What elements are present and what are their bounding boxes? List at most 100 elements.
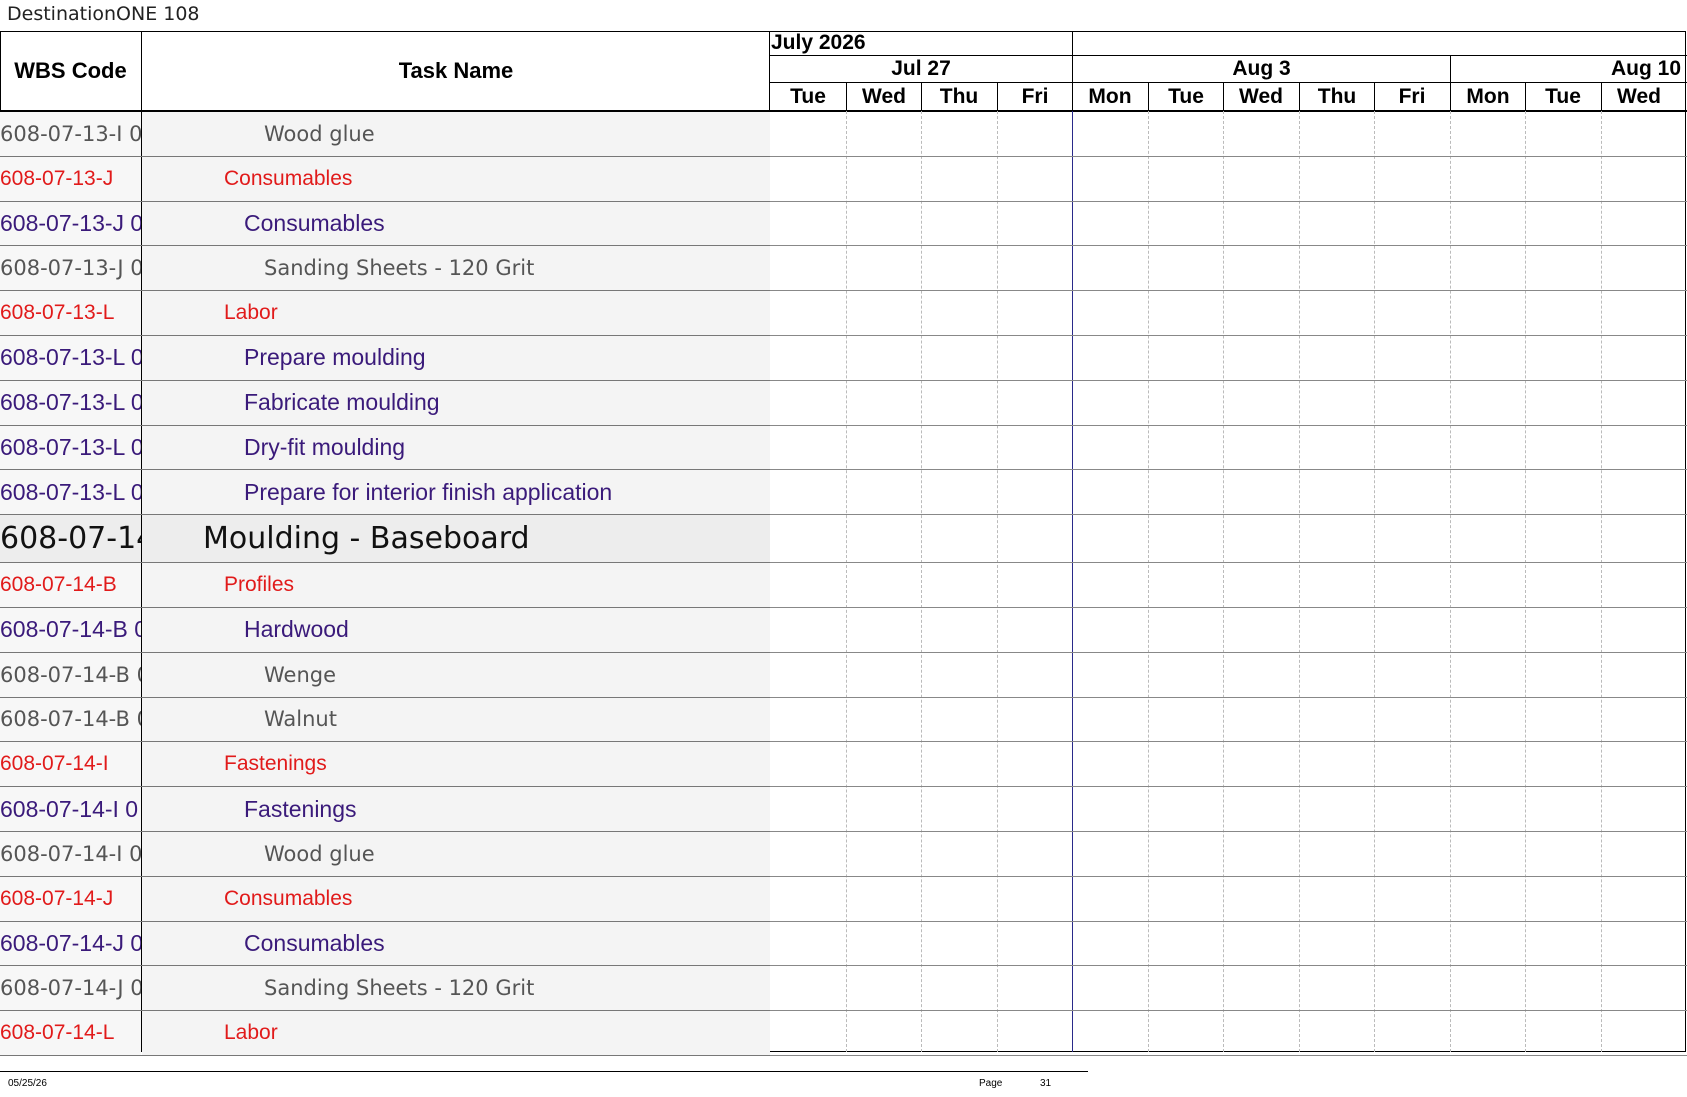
task-name-cell: Fastenings (142, 787, 770, 831)
grid-row-line (770, 290, 1687, 291)
table-row[interactable]: 608-07-14 Moulding - Baseboard (0, 515, 770, 564)
grid-line (1450, 111, 1451, 1052)
wbs-code-cell: 608-07-13-L (0, 291, 141, 335)
day-label: Thu (1317, 84, 1357, 108)
task-name-cell: Labor (142, 291, 770, 335)
document-title: DestinationONE 108 (7, 3, 200, 25)
task-name-cell: Labor (142, 1011, 770, 1055)
grid-row-line (770, 697, 1687, 698)
wbs-code-cell: 608-07-14-B 01 (0, 652, 141, 697)
day-label: Tue (790, 84, 826, 108)
day-separator (921, 83, 922, 110)
table-row[interactable]: 608-07-14-I 01 Wood glue (0, 831, 770, 877)
grid-line (1148, 111, 1149, 1052)
footer-page-number: 31 (1040, 1078, 1052, 1089)
footer-page-label: Page (979, 1078, 1003, 1089)
table-row[interactable]: 608-07-14-B 01Wenge (0, 652, 770, 698)
day-label: Wed (1239, 84, 1283, 108)
task-column-header: Task Name (398, 57, 514, 83)
table-row[interactable]: 608-07-13-J 01Sanding Sheets - 120 Grit (0, 246, 770, 292)
grid-row-line (770, 1055, 1687, 1056)
month-label: July 2026 (771, 31, 866, 54)
footer-date: 05/25/26 (8, 1078, 47, 1089)
table-row[interactable]: 608-07-14-B 0 Hardwood (0, 607, 770, 653)
table-row[interactable]: 608-07-13-L 0 Dry-fit moulding (0, 425, 770, 471)
day-label: Wed (1617, 84, 1661, 108)
wbs-code-cell: 608-07-13-J (0, 156, 141, 201)
task-name-cell: Prepare moulding (142, 335, 770, 380)
wbs-code-cell: 608-07-14-I 01 (0, 831, 141, 876)
grid-row-line (770, 876, 1687, 877)
grid-row-line (770, 201, 1687, 202)
wbs-code-cell: 608-07-13-L 0 (0, 470, 141, 515)
grid-row-line (770, 965, 1687, 966)
wbs-code-cell: 608-07-14-J 0 (0, 921, 141, 966)
task-name-cell: Sanding Sheets - 120 Grit (142, 966, 770, 1011)
wbs-code-cell: 608-07-14-J 01 (0, 966, 141, 1011)
grid-row-line (770, 652, 1687, 653)
grid-row-line (770, 831, 1687, 832)
day-label: Mon (1088, 84, 1132, 108)
table-row[interactable]: 608-07-13-J Consumables (0, 156, 770, 202)
grid-line (1223, 111, 1224, 1052)
day-label: Fri (1398, 84, 1426, 108)
table-row[interactable]: 608-07-13-I 01 Wood glue (0, 112, 770, 157)
wbs-code-cell: 608-07-14-B 0 (0, 607, 141, 652)
grid-line (1299, 111, 1300, 1052)
table-row[interactable]: 608-07-14-J 0 Consumables (0, 921, 770, 967)
grid-line (1525, 111, 1526, 1052)
day-separator (1223, 83, 1224, 110)
day-separator (997, 83, 998, 110)
day-separator (1525, 83, 1526, 110)
task-name-cell: Walnut (142, 697, 770, 742)
table-row[interactable]: 608-07-14-I Fastenings (0, 742, 770, 788)
table-row[interactable]: 608-07-14-L Labor (0, 1011, 770, 1056)
table-row[interactable]: 608-07-13-L 0 Prepare for interior finish… (0, 470, 770, 516)
day-separator (1374, 83, 1375, 110)
grid-row-line (770, 245, 1687, 246)
week-separator (1450, 56, 1451, 110)
table-row[interactable]: 608-07-13-L 0 Fabricate moulding (0, 380, 770, 426)
table-row[interactable]: 608-07-13-J 0 Consumables (0, 201, 770, 247)
table-row[interactable]: 608-07-13-L 0 Prepare moulding (0, 335, 770, 381)
week-label: Jul 27 (891, 57, 951, 80)
wbs-code-cell: 608-07-13-J 0 (0, 201, 141, 246)
grid-row-line (770, 425, 1687, 426)
grid-row-line (770, 921, 1687, 922)
week-label: Aug 10 (1610, 57, 1681, 80)
wbs-code-cell: 608-07-13-L 0 (0, 380, 141, 425)
grid-line (1374, 111, 1375, 1052)
table-row[interactable]: 608-07-14-B Profiles (0, 563, 770, 608)
task-name-cell: Wood glue (142, 112, 770, 156)
table-row[interactable]: 608-07-14-B 01Walnut (0, 697, 770, 743)
grid-line (1601, 111, 1602, 1052)
wbs-code-cell: 608-07-13-L 0 (0, 425, 141, 470)
wbs-code-cell: 608-07-14-J (0, 876, 141, 921)
gantt-sheet: WBS Code Task Name 608-07-13-I 01 Wood gl… (0, 31, 1687, 1072)
table-row[interactable]: 608-07-14-J Consumables (0, 876, 770, 922)
day-label: Thu (939, 84, 979, 108)
task-name-cell: Dry-fit moulding (142, 425, 770, 470)
timeline-grid: July 2026 Jul 27 Aug 3 Aug 10 Tue Wed Thu F… (770, 31, 1687, 1056)
task-name-cell: Moulding - Baseboard (142, 515, 770, 563)
task-name-cell: Profiles (142, 563, 770, 607)
grid-row-line (770, 156, 1687, 157)
task-name-cell: Prepare for interior finish application (142, 470, 770, 515)
wbs-code-cell: 608-07-14 (0, 515, 141, 563)
table-row[interactable]: 608-07-13-L Labor (0, 291, 770, 336)
wbs-code-cell: 608-07-13-L 0 (0, 335, 141, 380)
day-label: Tue (1545, 84, 1581, 108)
day-label: Wed (862, 84, 906, 108)
task-name-cell: Hardwood (142, 607, 770, 652)
day-separator (1299, 83, 1300, 110)
wbs-column-header: WBS Code (14, 57, 127, 83)
grid-row-line (770, 1010, 1687, 1011)
day-label: Tue (1168, 84, 1204, 108)
day-separator (1601, 83, 1602, 110)
wbs-code-cell: 608-07-14-B (0, 563, 141, 607)
task-name-cell: Consumables (142, 876, 770, 921)
table-row[interactable]: 608-07-14-I 0 Fastenings (0, 787, 770, 832)
table-row[interactable]: 608-07-14-J 01Sanding Sheets - 120 Grit (0, 966, 770, 1012)
grid-row-line (770, 469, 1687, 470)
grid-row-line (770, 514, 1687, 515)
